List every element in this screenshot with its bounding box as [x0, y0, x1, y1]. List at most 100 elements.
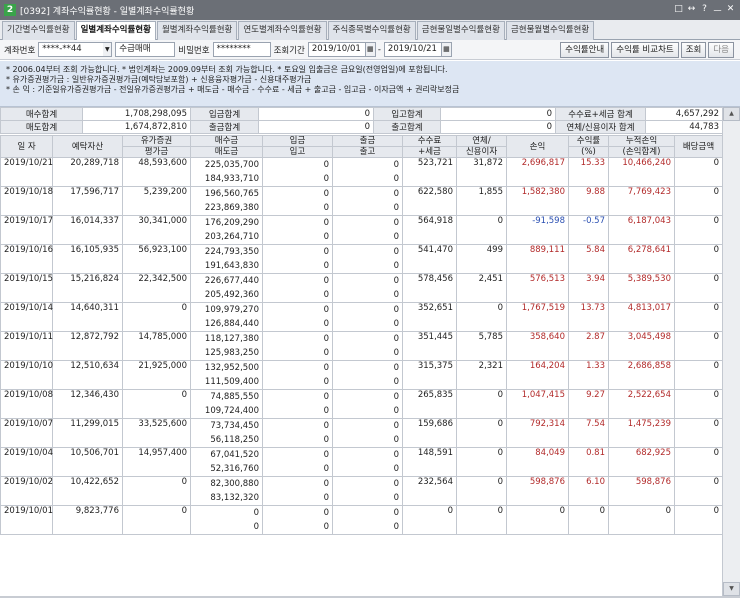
cell-stock-in: 0: [262, 491, 333, 506]
link-icon[interactable]: ↔: [686, 4, 697, 17]
vertical-scrollbar[interactable]: ▲ ▼: [722, 107, 740, 596]
restore-icon[interactable]: □: [673, 4, 684, 17]
window-controls: □ ↔ ? ㅡ ✕: [673, 4, 740, 17]
cell-rate: 5.84: [568, 244, 609, 274]
cell-cum-pnl: 4,813,017: [608, 302, 675, 332]
tab-monthly-account-return[interactable]: 월별계좌수익률현황: [156, 21, 238, 40]
tab-period-return[interactable]: 기간별수익률현황: [2, 21, 75, 40]
stock-in-total-value: 0: [440, 107, 556, 121]
calendar-from-icon[interactable]: ▦: [364, 42, 376, 57]
account-label: 계좌번호: [4, 45, 36, 56]
cell-eval: 0: [122, 389, 191, 419]
window-title: [0392] 계좌수익률현황 - 일별계좌수익률현황: [20, 6, 195, 17]
help-icon[interactable]: ?: [699, 4, 710, 17]
cell-eval: 0: [122, 302, 191, 332]
calendar-to-icon[interactable]: ▦: [440, 42, 452, 57]
tab-stock-return[interactable]: 주식종목별수익률현황: [327, 21, 416, 40]
tab-yearly-account-return[interactable]: 연도별계좌수익률현황: [238, 21, 327, 40]
cell-sell: 52,316,760: [190, 462, 263, 477]
cell-rate: 7.54: [568, 418, 609, 448]
cell-stock-out: 0: [332, 172, 403, 187]
close-icon[interactable]: ✕: [725, 4, 736, 17]
cell-sell: 56,118,250: [190, 433, 263, 448]
password-field[interactable]: ********: [212, 42, 271, 57]
cell-date: 2019/10/17: [0, 215, 53, 245]
tab-daily-account-return[interactable]: 일별계좌수익률현황: [75, 21, 156, 40]
cell-dividend: 0: [674, 418, 722, 448]
cell-fee: 564,918: [402, 215, 457, 245]
table-row[interactable]: 2019/10/10 12,510,634 21,925,000 132,952,50…: [0, 360, 722, 390]
cell-withdraw: 0: [332, 186, 403, 201]
table-row[interactable]: 2019/10/21 20,289,718 48,593,600 225,035,70…: [0, 157, 722, 187]
cell-stock-out: 0: [332, 346, 403, 361]
cell-cum-pnl: 6,187,043: [608, 215, 675, 245]
cell-deposit-assets: 12,346,430: [52, 389, 123, 419]
return-guide-button[interactable]: 수익률안내: [560, 41, 610, 58]
date-to-field[interactable]: 2019/10/21: [383, 42, 442, 57]
cell-deposit: 0: [262, 244, 333, 259]
scroll-down-icon[interactable]: ▼: [723, 582, 740, 596]
cell-stock-in: 0: [262, 317, 333, 332]
cell-pnl: 358,640: [506, 331, 569, 361]
cell-deposit: 0: [262, 505, 333, 520]
cell-dividend: 0: [674, 215, 722, 245]
cell-pnl: -91,598: [506, 215, 569, 245]
table-row[interactable]: 2019/10/04 10,506,701 14,957,400 67,041,520…: [0, 447, 722, 477]
cell-withdraw: 0: [332, 360, 403, 375]
cell-pnl: 889,111: [506, 244, 569, 274]
cell-interest: 31,872: [456, 157, 507, 187]
date-from-field[interactable]: 2019/10/01: [307, 42, 366, 57]
cell-sell: 109,724,400: [190, 404, 263, 419]
cell-date: 2019/10/11: [0, 331, 53, 361]
cell-stock-out: 0: [332, 201, 403, 216]
table-row[interactable]: 2019/10/17 16,014,337 30,341,000 176,209,29…: [0, 215, 722, 245]
deposit-total-value: 0: [258, 107, 374, 121]
cell-eval: 14,785,000: [122, 331, 191, 361]
notice-line: * 2006.04부터 조회 가능합니다. * 법인계좌는 2009.09부터 …: [6, 65, 448, 74]
table-row[interactable]: 2019/10/11 12,872,792 14,785,000 118,127,38…: [0, 331, 722, 361]
table-row[interactable]: 2019/10/02 10,422,652 0 82,300,880 0 0 232,564…: [0, 476, 722, 506]
cell-buy: 176,209,290: [190, 215, 263, 230]
scroll-up-icon[interactable]: ▲: [723, 107, 740, 121]
cell-sell: 126,884,440: [190, 317, 263, 332]
stock-in-total-label: 입고합계: [373, 107, 441, 121]
table-row[interactable]: 2019/10/08 12,346,430 0 74,885,550 0 0 265,835…: [0, 389, 722, 419]
table-row[interactable]: 2019/10/16 16,105,935 56,923,100 224,793,35…: [0, 244, 722, 274]
table-row[interactable]: 2019/10/18 17,596,717 5,239,200 196,560,765…: [0, 186, 722, 216]
table-row[interactable]: 2019/10/15 15,216,824 22,342,500 226,677,44…: [0, 273, 722, 303]
account-dropdown-icon[interactable]: ▼: [103, 42, 113, 57]
col-cum-2: (손익합계): [608, 146, 675, 158]
minimize-icon[interactable]: ㅡ: [712, 4, 723, 17]
search-button[interactable]: 조회: [680, 41, 707, 58]
cell-sell: 111,509,400: [190, 375, 263, 390]
table-row[interactable]: 2019/10/07 11,299,015 33,525,600 73,734,450…: [0, 418, 722, 448]
cell-pnl: 1,767,519: [506, 302, 569, 332]
cell-date: 2019/10/04: [0, 447, 53, 477]
cell-cum-pnl: 1,475,239: [608, 418, 675, 448]
col-stock-out: 출고: [332, 146, 403, 158]
period-label: 조회기간: [273, 45, 305, 56]
cell-deposit: 0: [262, 186, 333, 201]
cell-fee: 352,651: [402, 302, 457, 332]
tab-gold-monthly-return[interactable]: 금현물월별수익률현황: [505, 21, 595, 40]
col-withdraw: 출금: [332, 135, 403, 147]
cell-rate: 3.94: [568, 273, 609, 303]
cell-stock-in: 0: [262, 375, 333, 390]
compare-chart-button[interactable]: 수익률 비교차트: [611, 41, 679, 58]
cell-fee: 265,835: [402, 389, 457, 419]
cell-interest: 2,451: [456, 273, 507, 303]
account-number-field[interactable]: ****-**44: [38, 42, 105, 57]
cell-rate: 9.88: [568, 186, 609, 216]
table-row[interactable]: 2019/10/01 9,823,776 0 0 0 0 0 0 0 0 0 0: [0, 505, 722, 535]
cell-withdraw: 0: [332, 302, 403, 317]
cell-deposit-assets: 16,105,935: [52, 244, 123, 274]
tab-gold-daily-return[interactable]: 금현물일별수익률현황: [416, 21, 505, 40]
cell-interest: 0: [456, 389, 507, 419]
cell-pnl: 598,876: [506, 476, 569, 506]
cell-rate: 15.33: [568, 157, 609, 187]
col-interest-1: 연체/: [456, 135, 507, 147]
table-row[interactable]: 2019/10/14 14,640,311 0 109,979,270 0 0 352,65…: [0, 302, 722, 332]
cell-stock-out: 0: [332, 404, 403, 419]
next-button[interactable]: 다음: [708, 41, 734, 58]
cell-deposit-assets: 17,596,717: [52, 186, 123, 216]
